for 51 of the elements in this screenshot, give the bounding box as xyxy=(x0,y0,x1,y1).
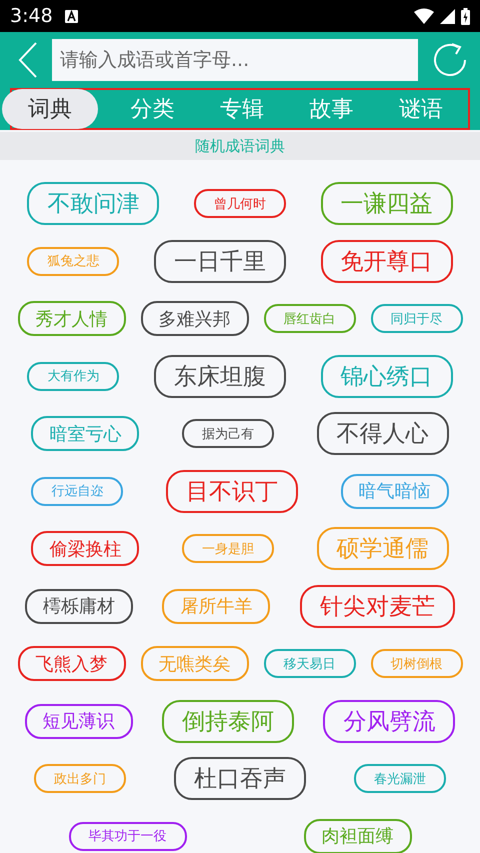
idiom-tag[interactable]: 分风劈流 xyxy=(323,700,456,743)
idiom-tag[interactable]: 狐兔之悲 xyxy=(27,246,120,276)
idiom-tag[interactable]: 不敢问津 xyxy=(27,182,160,226)
idiom-tag[interactable]: 行远自迩 xyxy=(31,476,124,506)
notification-icon xyxy=(64,10,78,22)
idiom-tag[interactable]: 针尖对麦芒 xyxy=(300,584,456,628)
idiom-tag[interactable]: 多难兴邦 xyxy=(140,301,248,336)
idiom-tag[interactable]: 据为己有 xyxy=(182,419,274,448)
idiom-tag[interactable]: 一身是胆 xyxy=(182,534,274,564)
idiom-tag[interactable]: 无噍类矣 xyxy=(140,646,248,682)
idiom-tag[interactable]: 东床坦腹 xyxy=(154,354,286,398)
battery-icon xyxy=(461,8,470,24)
idiom-tag[interactable]: 杜口吞声 xyxy=(174,757,306,800)
idiom-tag[interactable]: 政出多门 xyxy=(34,764,126,794)
idiom-tag[interactable]: 不得人心 xyxy=(316,412,449,456)
refresh-icon[interactable] xyxy=(432,42,468,78)
idiom-tag[interactable]: 唇红齿白 xyxy=(264,304,356,334)
idiom-tag[interactable]: 一谦四益 xyxy=(320,182,453,226)
idiom-tag[interactable]: 屠所牛羊 xyxy=(162,588,270,624)
idiom-tag[interactable]: 免开尊口 xyxy=(320,240,453,283)
idiom-tag[interactable]: 暗气暗恼 xyxy=(340,474,449,509)
tab[interactable]: 谜语 xyxy=(386,89,456,129)
signal-icon xyxy=(440,8,455,24)
idiom-tag[interactable]: 毕其功于一役 xyxy=(68,822,186,851)
idiom-tag[interactable]: 大有作为 xyxy=(27,362,120,391)
idiom-tag[interactable]: 肉袒面缚 xyxy=(304,818,412,853)
idiom-tag[interactable]: 一日千里 xyxy=(154,240,286,283)
idiom-tag[interactable]: 移天易日 xyxy=(264,649,356,678)
status-time: 3:48 xyxy=(10,5,53,27)
back-icon[interactable] xyxy=(18,42,38,78)
idiom-tag[interactable]: 倒持泰阿 xyxy=(162,700,294,743)
idiom-tag[interactable]: 飞熊入梦 xyxy=(18,646,126,682)
idiom-tag[interactable]: 樗栎庸材 xyxy=(24,588,133,624)
tab[interactable]: 专辑 xyxy=(207,89,277,129)
idiom-tag[interactable]: 锦心绣口 xyxy=(320,354,453,398)
idiom-tag[interactable]: 切树倒根 xyxy=(370,649,462,678)
idiom-tag[interactable]: 目不识丁 xyxy=(166,470,298,513)
idiom-tag[interactable]: 短见薄识 xyxy=(24,704,133,739)
idiom-tag[interactable]: 偷梁换柱 xyxy=(31,531,140,566)
idiom-tag[interactable]: 秀才人情 xyxy=(18,301,126,336)
section-title: 随机成语词典 xyxy=(195,136,285,156)
idiom-tag[interactable]: 硕学通儒 xyxy=(316,527,449,570)
idiom-tag[interactable]: 春光漏泄 xyxy=(354,764,446,794)
tab[interactable]: 故事 xyxy=(296,89,366,129)
idiom-tag[interactable]: 暗室亏心 xyxy=(31,416,140,452)
tab[interactable]: 词典 xyxy=(2,89,98,129)
search-field[interactable]: 请输入成语或首字母... xyxy=(52,39,418,81)
idiom-tag[interactable]: 同归于尽 xyxy=(370,304,462,334)
wifi-icon xyxy=(414,8,434,24)
idiom-tag[interactable]: 曾几何时 xyxy=(194,189,286,218)
tab[interactable]: 分类 xyxy=(118,89,188,129)
